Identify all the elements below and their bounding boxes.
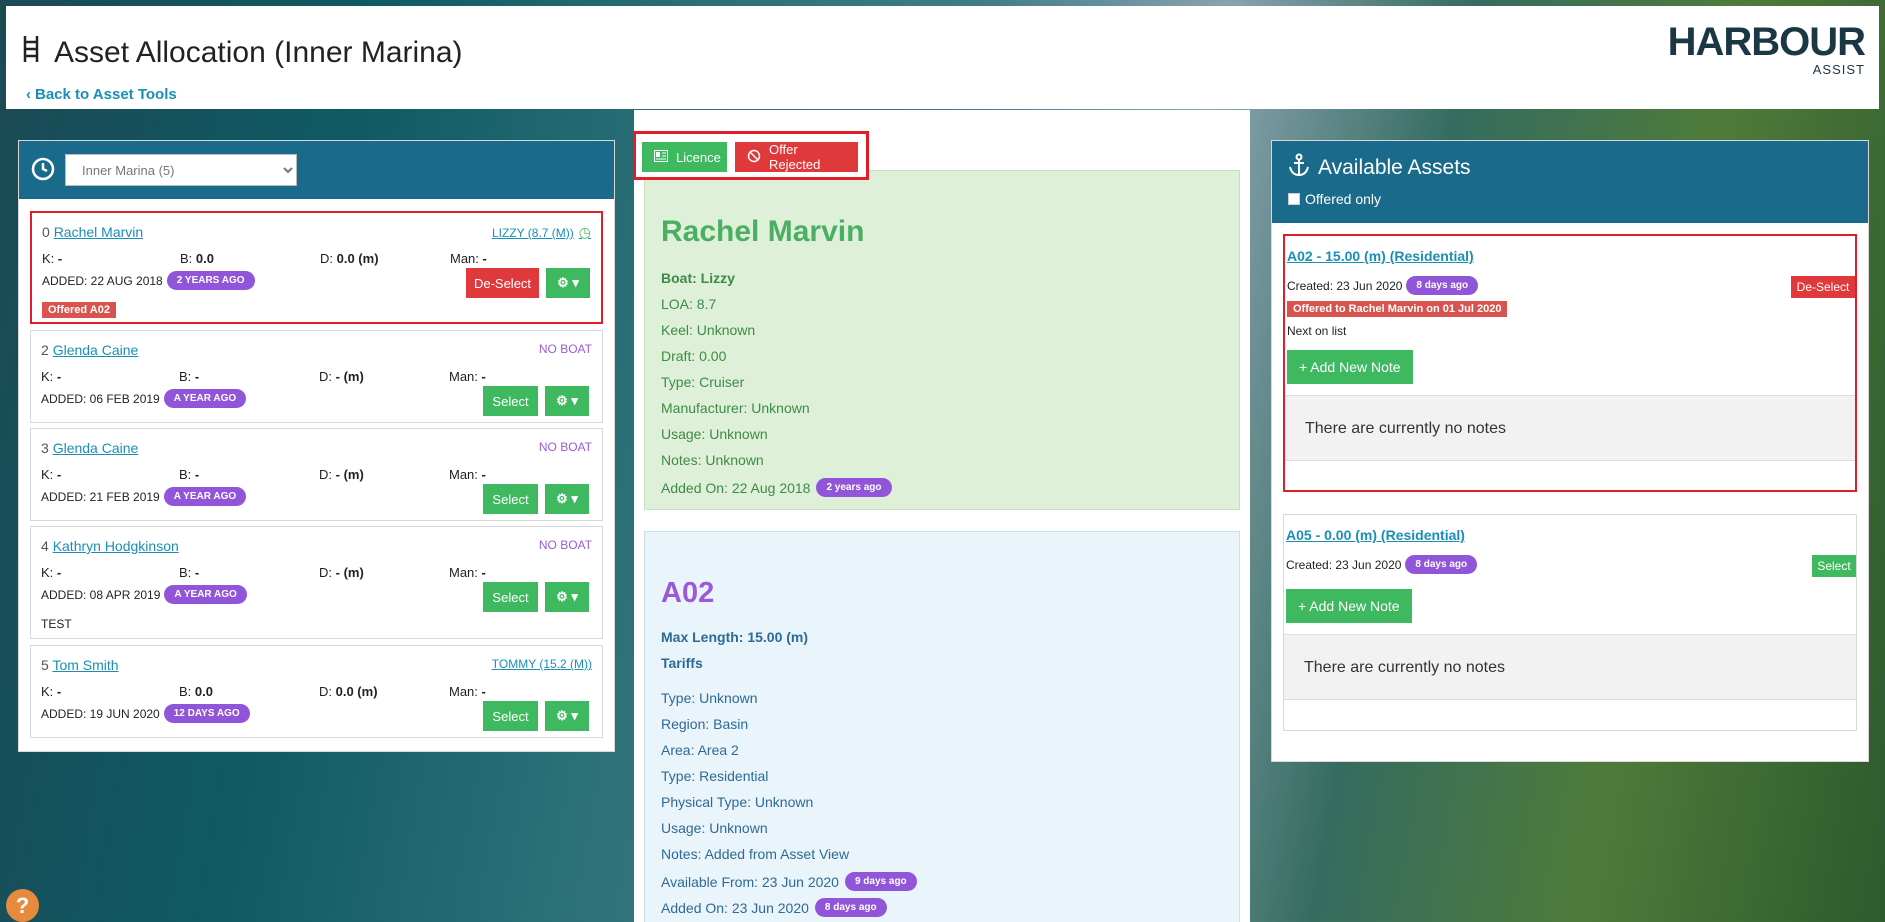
available-assets-title: Available Assets [1318,156,1471,179]
clock-icon: ◷ [578,224,591,240]
asset-card: A02 - 15.00 (m) (Residential) Created: 2… [1283,234,1857,492]
add-note-button[interactable]: + Add New Note [1287,350,1413,384]
available-assets-header: Available Assets Offered only [1272,141,1868,223]
add-note-button[interactable]: + Add New Note [1286,589,1412,623]
select-button[interactable]: Select [483,701,538,731]
ban-icon [747,149,761,166]
asset-card: A05 - 0.00 (m) (Residential) Created: 23… [1283,514,1857,731]
gear-icon: ⚙ ▾ [556,589,578,604]
licence-icon [654,149,668,165]
age-badge: A YEAR AGO [164,585,247,604]
age-badge: 2 YEARS AGO [166,271,255,290]
person-name-link[interactable]: Glenda Caine [53,342,139,358]
people-panel-header: Inner Marina (5) [19,141,614,199]
person-card: 4 Kathryn Hodgkinson NO BOAT K: - B: - D… [30,526,603,639]
person-name-link[interactable]: Tom Smith [52,657,118,673]
person-card: 3 Glenda Caine NO BOAT K: - B: - D: - (m… [30,428,603,521]
person-detail-name: Rachel Marvin [661,215,865,248]
page-header: Asset Allocation (Inner Marina) ‹ Back t… [6,6,1879,109]
logo-main: HARBOUR [1667,20,1866,64]
gear-icon: ⚙ ▾ [556,491,578,506]
no-boat-label: NO BOAT [538,440,592,454]
logo: HARBOUR ASSIST [1667,20,1866,77]
clock-icon [31,157,55,184]
gear-dropdown-button[interactable]: ⚙ ▾ [545,484,589,514]
chevron-left-icon: ‹ [26,86,31,103]
offered-tag: Offered A02 [42,302,116,318]
gear-icon: ⚙ ▾ [557,275,579,290]
notes-empty-state: There are currently no notes [1285,395,1855,461]
age-badge: 9 days ago [844,872,917,891]
deselect-button[interactable]: De-Select [466,268,539,298]
detail-column: Rachel Marvin Boat: Lizzy LOA: 8.7 Keel:… [634,110,1250,922]
boat-link[interactable]: LIZZY (8.7 (M)) ◷ [492,224,591,241]
select-button[interactable]: Select [483,484,538,514]
offer-rejected-button[interactable]: Offer Rejected [735,142,858,172]
gear-dropdown-button[interactable]: ⚙ ▾ [545,386,589,416]
select-button[interactable]: Select [1812,555,1856,577]
gear-icon: ⚙ ▾ [556,393,578,408]
licence-button[interactable]: Licence [642,142,727,172]
person-card: 2 Glenda Caine NO BOAT K: - B: - D: - (m… [30,330,603,423]
gear-icon: ⚙ ▾ [556,708,578,723]
offered-only-label: Offered only [1305,191,1382,207]
person-card: 0 Rachel Marvin LIZZY (8.7 (M)) ◷ K: - B:… [30,211,603,324]
available-assets-panel: Available Assets Offered only A02 - 15.0… [1271,140,1869,762]
asset-title-link[interactable]: A05 - 0.00 (m) (Residential) [1286,527,1465,543]
marina-select[interactable]: Inner Marina (5) [65,154,297,186]
offered-only-checkbox[interactable] [1288,193,1300,205]
select-button[interactable]: Select [483,386,538,416]
ladder-icon [22,34,40,72]
gear-dropdown-button[interactable]: ⚙ ▾ [546,268,590,298]
action-toolbar: Licence Offer Rejected [633,131,869,180]
next-on-list-label: Next on list [1287,324,1347,338]
deselect-button[interactable]: De-Select [1791,276,1855,298]
help-button[interactable]: ? [6,889,39,922]
age-badge: 8 days ago [814,898,887,917]
asset-detail-box: A02 Max Length: 15.00 (m) Tariffs Type: … [644,531,1240,922]
logo-sub: ASSIST [1812,62,1865,77]
age-badge: 8 days ago [1405,555,1478,574]
person-detail-box: Rachel Marvin Boat: Lizzy LOA: 8.7 Keel:… [644,170,1240,510]
back-link[interactable]: ‹ Back to Asset Tools [26,86,177,103]
person-name-link[interactable]: Glenda Caine [53,440,139,456]
people-panel: Inner Marina (5) 0 Rachel Marvin LIZZY (… [18,140,615,752]
age-badge: A YEAR AGO [163,487,247,506]
notes-empty-state: There are currently no notes [1284,634,1856,700]
age-badge: 2 years ago [816,478,892,497]
page-title-text: Asset Allocation (Inner Marina) [54,36,463,69]
person-name-link[interactable]: Kathryn Hodgkinson [53,538,179,554]
person-note: TEST [41,617,72,631]
boat-link[interactable]: TOMMY (15.2 (M)) [492,657,592,671]
offer-status-tag: Offered to Rachel Marvin on 01 Jul 2020 [1287,301,1508,317]
person-name-link[interactable]: Rachel Marvin [54,224,143,240]
back-link-label: Back to Asset Tools [35,86,177,103]
no-boat-label: NO BOAT [538,342,592,356]
gear-dropdown-button[interactable]: ⚙ ▾ [545,582,589,612]
asset-detail-name: A02 [661,577,715,609]
age-badge: A YEAR AGO [163,389,247,408]
person-card: 5 Tom Smith TOMMY (15.2 (M)) K: - B: 0.0… [30,645,603,738]
anchor-icon [1288,153,1310,183]
age-badge: 12 DAYS AGO [163,704,250,723]
no-boat-label: NO BOAT [538,538,592,552]
age-badge: 8 days ago [1406,276,1479,295]
asset-title-link[interactable]: A02 - 15.00 (m) (Residential) [1287,248,1474,264]
gear-dropdown-button[interactable]: ⚙ ▾ [545,701,589,731]
select-button[interactable]: Select [483,582,538,612]
page-title: Asset Allocation (Inner Marina) [22,34,463,72]
